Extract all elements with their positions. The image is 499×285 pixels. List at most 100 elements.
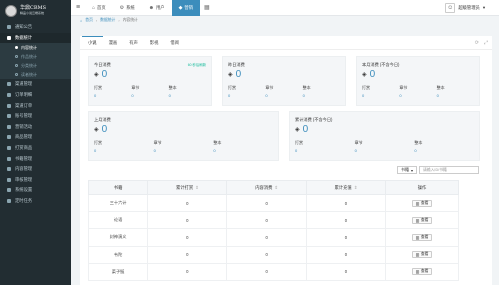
tab-borrow[interactable]: 借阅 — [164, 36, 185, 49]
cell-recharge: 0 — [305, 262, 387, 281]
stat-sub-value: 0 — [302, 93, 305, 98]
stat-card-yesterday: 昨日消费 ◈ 0 打赏 0 章节 0 整本 0 — [222, 56, 346, 106]
user-menu[interactable]: ☺ 超级管理员 ▾ — [445, 3, 485, 13]
refresh-icon[interactable]: ⟳ — [475, 40, 479, 46]
column-header-consume[interactable]: 内容消费 ⇕ — [226, 180, 307, 195]
clock-icon — [7, 199, 11, 204]
tab-audio[interactable]: 有声 — [123, 36, 144, 49]
view-button[interactable]: ▥ 查看 — [411, 233, 433, 241]
stat-sub-label: 章节 — [131, 85, 140, 90]
stat-sub-label: 章节 — [153, 140, 162, 145]
diamond-icon: ◈ — [94, 72, 99, 78]
stat-sub-value: 0 — [168, 93, 171, 98]
cell-reward: 0 — [147, 211, 228, 230]
tab-comic[interactable]: 漫画 — [103, 36, 124, 49]
stat-value: 0 — [235, 69, 242, 80]
logo[interactable]: 华鼎CBMS 精品小说云端系统 — [0, 0, 71, 22]
book-icon — [7, 156, 11, 161]
sidebar-item-stats[interactable]: 数据统计 — [0, 32, 71, 44]
sidebar-subitem-label: 内容统计 — [21, 44, 37, 50]
bar-chart-icon: ▥ — [415, 252, 420, 258]
fullscreen-icon[interactable]: ⤢ — [484, 40, 488, 46]
sidebar-item-gift-goods[interactable]: 打赏商品 — [0, 143, 71, 154]
view-button[interactable]: ▥ 查看 — [411, 251, 433, 259]
sidebar-subitem-category-stats[interactable]: 分类统计 — [0, 61, 71, 70]
sidebar-item-content[interactable]: 内容管理 — [0, 164, 71, 175]
stat-sub-label: 章节 — [354, 140, 363, 145]
sidebar-item-label: 打赏商品 — [15, 145, 33, 151]
menu-toggle-icon[interactable]: ≡ — [71, 4, 85, 11]
sidebar-item-notice[interactable]: 通知公告 — [0, 22, 71, 33]
column-header-reward[interactable]: 累计打赏 ⇕ — [147, 180, 228, 195]
sidebar-subitem-reader-stats[interactable]: 读者统计 — [0, 70, 71, 79]
apps-grid-icon[interactable]: ▦ — [200, 0, 214, 16]
circle-icon — [15, 64, 18, 68]
sidebar-item-label: 商品管理 — [15, 134, 33, 140]
sidebar-item-channel[interactable]: 渠道管理 — [0, 79, 71, 90]
diamond-icon: ◈ — [94, 127, 99, 133]
avatar: ☺ — [445, 3, 456, 13]
sidebar-item-order-detail[interactable]: 订单明细 — [0, 90, 71, 101]
top-nav-user[interactable]: ☻ 用户 — [142, 0, 172, 16]
sidebar-item-settings[interactable]: 系统设置 — [0, 185, 71, 196]
stat-title: 累计消费 (不含今日) — [295, 117, 333, 122]
sidebar-item-cron[interactable]: 定时任务 — [0, 196, 71, 207]
tab-novel[interactable]: 小说 — [82, 36, 103, 49]
top-nav-label: 营销 — [184, 4, 194, 10]
stat-sub-label: 章节 — [265, 85, 274, 90]
content-icon — [7, 167, 11, 172]
sidebar-subitem-work-stats[interactable]: 作品统计 — [0, 52, 71, 61]
table-row: 论语 0 0 0 ▥ 查看 — [87, 211, 459, 230]
top-nav-label: 首页 — [97, 4, 106, 10]
column-header-recharge[interactable]: 累计充值 ⇕ — [305, 180, 387, 195]
refresh-countdown-badge: 60 秒后刷新 — [187, 63, 206, 67]
view-button[interactable]: ▥ 查看 — [411, 199, 433, 207]
sidebar: 华鼎CBMS 精品小说云端系统 通知公告 数据统计 内容统计 作品统计 分类统计… — [0, 0, 71, 285]
cell-action: ▥ 查看 — [385, 193, 459, 213]
diamond-icon: ◈ — [362, 72, 367, 78]
top-nav-system[interactable]: ⚙ 系统 — [113, 0, 142, 16]
breadcrumb: ⌂ 首页 › 数据统计 › 内容统计 — [71, 16, 499, 25]
sidebar-subitem-content-stats[interactable]: 内容统计 — [0, 43, 71, 52]
search-input[interactable]: 请输入ID/书籍 — [419, 166, 479, 174]
breadcrumb-separator: › — [118, 18, 120, 23]
cell-consume: 0 — [226, 245, 307, 264]
view-button[interactable]: ▥ 查看 — [411, 216, 433, 224]
breadcrumb-item[interactable]: 数据统计 — [100, 18, 115, 23]
table-row: 韦陀 0 0 0 ▥ 查看 — [87, 245, 459, 264]
stat-sub-label: 打赏 — [228, 85, 236, 90]
sidebar-item-channel-orders[interactable]: 渠道订单 — [0, 100, 71, 111]
cell-reward: 0 — [147, 262, 228, 281]
cell-reward: 0 — [147, 228, 228, 247]
stat-sub-value: 0 — [295, 148, 298, 153]
stat-sub-label: 打赏 — [94, 140, 102, 145]
sidebar-item-campaign[interactable]: 营销活动 — [0, 122, 71, 133]
stat-sub-label: 整本 — [302, 85, 311, 90]
stat-value: 0 — [302, 124, 309, 135]
breadcrumb-item[interactable]: 首页 — [85, 18, 93, 23]
chart-icon — [7, 35, 11, 40]
sidebar-item-books[interactable]: 书籍管理 — [0, 153, 71, 164]
top-nav-marketing[interactable]: ◆ 营销 — [171, 0, 201, 16]
sort-icon: ⇕ — [274, 184, 279, 190]
sidebar-item-label: 通知公告 — [15, 24, 33, 30]
sidebar-item-account[interactable]: 账号管理 — [0, 111, 71, 122]
sidebar-item-label: 营销活动 — [15, 123, 33, 129]
search-type-select[interactable]: 书籍 ▾ — [396, 166, 417, 174]
stat-value: 0 — [101, 124, 108, 135]
gift-icon — [7, 146, 11, 151]
sidebar-item-goods[interactable]: 商品管理 — [0, 132, 71, 143]
goods-icon — [7, 135, 11, 140]
table-header-row: 书籍 累计打赏 ⇕ 内容消费 ⇕ 累计充值 ⇕ 操作 — [87, 180, 459, 195]
top-navbar: ≡ ⌂ 首页 ⚙ 系统 ☻ 用户 ◆ 营销 ▦ ☺ 超级管理员 ▾ — [71, 0, 499, 16]
stat-sub-value: 0 — [131, 93, 134, 98]
stat-card-today: 今日消费 60 秒后刷新 ◈ 0 打赏 0 章节 0 整本 0 — [88, 56, 212, 106]
sidebar-item-audit[interactable]: 审核管理 — [0, 175, 71, 186]
top-nav-home[interactable]: ⌂ 首页 — [85, 0, 113, 16]
view-button[interactable]: ▥ 查看 — [411, 268, 433, 276]
stat-value: 0 — [369, 69, 376, 80]
sidebar-item-label: 定时任务 — [15, 198, 33, 204]
stat-title: 上月消费 — [94, 117, 111, 122]
cell-reward: 0 — [147, 193, 228, 213]
tab-video[interactable]: 影视 — [144, 36, 165, 49]
